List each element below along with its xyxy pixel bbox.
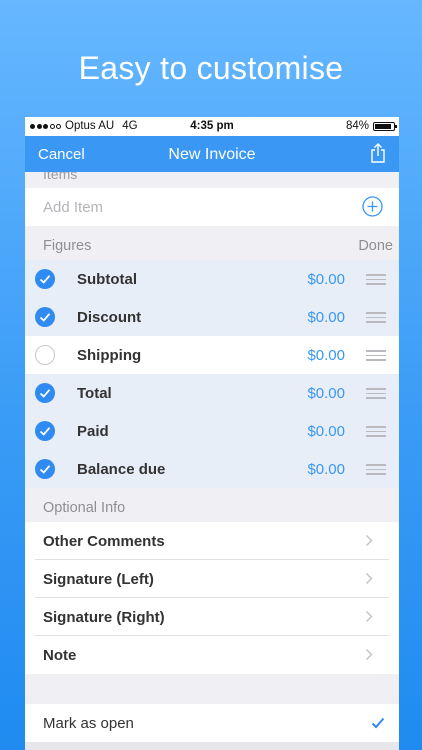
reorder-handle-icon[interactable]: [366, 350, 386, 364]
phone-screen: Optus AU 4G 4:35 pm 84% Cancel New Invoi…: [25, 117, 399, 750]
figure-label: Balance due: [77, 460, 166, 478]
mark-as-open-row[interactable]: Mark as open: [25, 704, 399, 742]
figure-row[interactable]: Paid $0.00: [25, 412, 399, 450]
optional-info-row[interactable]: Signature (Left): [25, 560, 399, 598]
figures-section-header: Figures Done: [25, 226, 399, 260]
optional-info-row[interactable]: Signature (Right): [25, 598, 399, 636]
optional-info-row[interactable]: Other Comments: [25, 522, 399, 560]
reorder-handle-icon[interactable]: [366, 464, 386, 478]
checked-circle-icon[interactable]: [35, 421, 55, 441]
figure-label: Discount: [77, 308, 142, 326]
figure-value[interactable]: $0.00: [307, 423, 345, 440]
optional-info-label: Signature (Left): [43, 570, 154, 588]
figure-row[interactable]: Shipping $0.00: [25, 336, 399, 374]
optional-info-label: Signature (Right): [43, 608, 165, 626]
checkmark-icon: [371, 716, 385, 734]
figure-label: Paid: [77, 422, 109, 440]
unchecked-circle-icon[interactable]: [35, 345, 55, 365]
figures-list: Subtotal $0.00 Discount $0.00 Shipping $…: [25, 260, 399, 488]
mark-as-open-label: Mark as open: [43, 714, 134, 732]
reorder-handle-icon[interactable]: [366, 312, 386, 326]
figure-row[interactable]: Total $0.00: [25, 374, 399, 412]
figure-row[interactable]: Balance due $0.00: [25, 450, 399, 488]
checked-circle-icon[interactable]: [35, 459, 55, 479]
headline: Easy to customise: [78, 50, 344, 86]
checked-circle-icon[interactable]: [35, 383, 55, 403]
status-bar: Optus AU 4G 4:35 pm 84%: [25, 117, 399, 136]
reorder-handle-icon[interactable]: [366, 426, 386, 440]
navigation-bar: Cancel New Invoice: [25, 136, 399, 172]
figure-value[interactable]: $0.00: [307, 347, 345, 364]
plus-circle-icon[interactable]: [362, 196, 383, 222]
reorder-handle-icon[interactable]: [366, 388, 386, 402]
figure-label: Total: [77, 384, 112, 402]
add-item-row[interactable]: Add Item: [25, 188, 399, 226]
figure-label: Subtotal: [77, 270, 137, 288]
reorder-handle-icon[interactable]: [366, 274, 386, 288]
items-header-label: Items: [43, 172, 78, 182]
figure-row[interactable]: Subtotal $0.00: [25, 260, 399, 298]
chevron-right-icon: [365, 610, 373, 628]
items-section-header: Items: [25, 172, 399, 188]
status-time: 4:35 pm: [190, 120, 234, 132]
optional-info-label: Note: [43, 646, 77, 664]
battery-percent: 84%: [345, 120, 369, 132]
figure-value[interactable]: $0.00: [307, 309, 345, 326]
optional-info-header-label: Optional Info: [43, 500, 126, 516]
share-icon[interactable]: [370, 142, 386, 169]
optional-info-row[interactable]: Note: [25, 636, 399, 674]
figure-value[interactable]: $0.00: [307, 385, 345, 402]
form-content: Items Add Item Figures Done Subtotal $0.…: [25, 172, 399, 750]
optional-info-section-header: Optional Info: [25, 488, 399, 522]
figure-value[interactable]: $0.00: [307, 461, 345, 478]
checked-circle-icon[interactable]: [35, 307, 55, 327]
optional-info-label: Other Comments: [43, 532, 165, 550]
figures-header-label: Figures: [43, 238, 92, 254]
bottom-area: [25, 742, 399, 750]
figure-label: Shipping: [77, 346, 142, 364]
status-right: 84%: [345, 120, 397, 132]
done-button[interactable]: Done: [358, 238, 393, 254]
figure-value[interactable]: $0.00: [307, 271, 345, 288]
add-item-input[interactable]: Add Item: [43, 199, 103, 216]
optional-info-list: Other Comments Signature (Left) Signatur…: [25, 522, 399, 674]
page-title: New Invoice: [168, 146, 256, 163]
checked-circle-icon[interactable]: [35, 269, 55, 289]
chevron-right-icon: [365, 648, 373, 666]
chevron-right-icon: [365, 572, 373, 590]
chevron-right-icon: [365, 534, 373, 552]
battery-icon: [373, 121, 397, 131]
figure-row[interactable]: Discount $0.00: [25, 298, 399, 336]
